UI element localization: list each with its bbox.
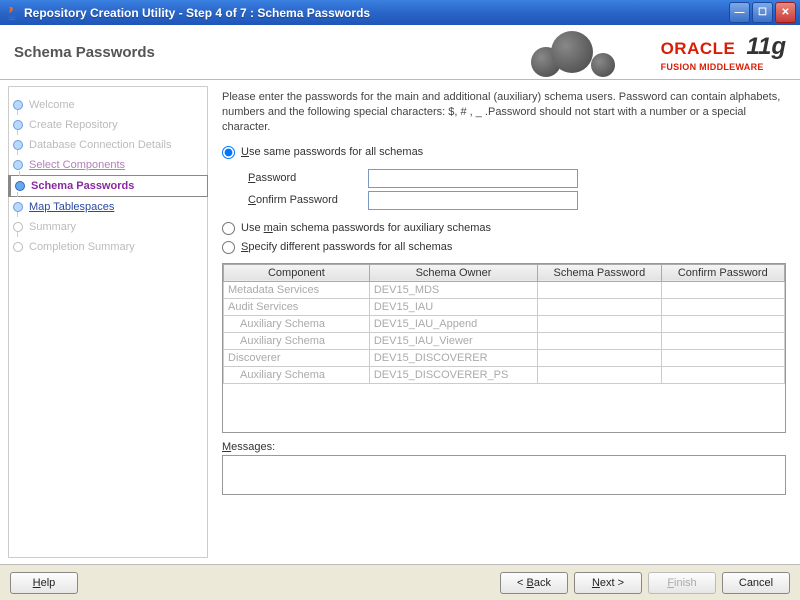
wizard-step-1: Create Repository: [9, 115, 207, 135]
radio-same-passwords-row: Use same passwords for all schemas: [222, 146, 786, 159]
table-row: Auxiliary SchemaDEV15_DISCOVERER_PS: [224, 366, 785, 383]
cell-password: [538, 281, 661, 298]
java-icon: [4, 5, 20, 21]
oracle-logo: ORACLE 11g FUSION MIDDLEWARE: [661, 33, 786, 73]
radio-main-passwords-row: Use main schema passwords for auxiliary …: [222, 222, 786, 235]
step-dot-icon: [13, 100, 23, 110]
radio-same-passwords[interactable]: [222, 146, 235, 159]
radio-main-passwords[interactable]: [222, 222, 235, 235]
cell-component: Auxiliary Schema: [224, 366, 370, 383]
radio-specify-passwords-label[interactable]: Specify different passwords for all sche…: [241, 241, 452, 253]
cell-password: [538, 349, 661, 366]
radio-specify-passwords-row: Specify different passwords for all sche…: [222, 241, 786, 254]
cell-owner: DEV15_IAU: [369, 298, 537, 315]
radio-same-passwords-label[interactable]: Use same passwords for all schemas: [241, 146, 423, 158]
cell-confirm: [661, 332, 784, 349]
radio-specify-passwords[interactable]: [222, 241, 235, 254]
password-label: Password: [248, 172, 368, 184]
wizard-content: Please enter the passwords for the main …: [216, 86, 792, 558]
wizard-steps-sidebar: Welcome Create Repository Database Connect…: [8, 86, 208, 558]
step-dot-icon: [13, 242, 23, 252]
step-label: Completion Summary: [29, 241, 135, 253]
cell-owner: DEV15_DISCOVERER: [369, 349, 537, 366]
cell-confirm: [661, 366, 784, 383]
next-button[interactable]: Next >: [574, 572, 642, 594]
cell-owner: DEV15_IAU_Viewer: [369, 332, 537, 349]
instructions-text: Please enter the passwords for the main …: [222, 90, 786, 135]
cell-component: Metadata Services: [224, 281, 370, 298]
step-label: Summary: [29, 221, 76, 233]
wizard-step-3[interactable]: Select Components: [9, 155, 207, 175]
step-label: Schema Passwords: [31, 180, 134, 192]
confirm-password-label: Confirm Password: [248, 194, 368, 206]
finish-button: Finish: [648, 572, 716, 594]
cell-password: [538, 315, 661, 332]
cell-component: Discoverer: [224, 349, 370, 366]
cell-confirm: [661, 349, 784, 366]
cancel-button[interactable]: Cancel: [722, 572, 790, 594]
column-header[interactable]: Component: [224, 264, 370, 281]
cell-confirm: [661, 298, 784, 315]
step-label: Welcome: [29, 99, 75, 111]
table-row: DiscovererDEV15_DISCOVERER: [224, 349, 785, 366]
step-dot-icon: [13, 120, 23, 130]
step-dot-icon: [13, 202, 23, 212]
page-title: Schema Passwords: [14, 44, 155, 61]
cell-password: [538, 332, 661, 349]
table-row: Auxiliary SchemaDEV15_IAU_Append: [224, 315, 785, 332]
password-input[interactable]: [368, 169, 578, 188]
cell-confirm: [661, 315, 784, 332]
cell-component: Auxiliary Schema: [224, 315, 370, 332]
back-button[interactable]: < Back: [500, 572, 568, 594]
wizard-step-5[interactable]: Map Tablespaces: [9, 197, 207, 217]
cell-password: [538, 366, 661, 383]
wizard-header: Schema Passwords ORACLE 11g FUSION MIDDL…: [0, 25, 800, 80]
cell-password: [538, 298, 661, 315]
cell-component: Audit Services: [224, 298, 370, 315]
step-dot-icon: [13, 140, 23, 150]
column-header[interactable]: Schema Owner: [369, 264, 537, 281]
radio-main-passwords-label[interactable]: Use main schema passwords for auxiliary …: [241, 222, 491, 234]
wizard-step-6: Summary: [9, 217, 207, 237]
cell-owner: DEV15_DISCOVERER_PS: [369, 366, 537, 383]
minimize-button[interactable]: —: [729, 2, 750, 23]
cell-owner: DEV15_MDS: [369, 281, 537, 298]
wizard-step-4: Schema Passwords: [8, 175, 208, 197]
messages-box: [222, 455, 786, 495]
column-header[interactable]: Schema Password: [538, 264, 661, 281]
window-title: Repository Creation Utility - Step 4 of …: [24, 6, 727, 20]
table-row: Audit ServicesDEV15_IAU: [224, 298, 785, 315]
confirm-password-input[interactable]: [368, 191, 578, 210]
step-label: Select Components: [29, 159, 125, 171]
column-header[interactable]: Confirm Password: [661, 264, 784, 281]
window-titlebar: Repository Creation Utility - Step 4 of …: [0, 0, 800, 25]
help-button[interactable]: Help: [10, 572, 78, 594]
wizard-footer: Help < Back Next > Finish Cancel: [0, 564, 800, 600]
gears-graphic: [481, 33, 641, 73]
cell-owner: DEV15_IAU_Append: [369, 315, 537, 332]
schema-table-container: ComponentSchema OwnerSchema PasswordConf…: [222, 263, 786, 433]
schema-table: ComponentSchema OwnerSchema PasswordConf…: [223, 264, 785, 384]
password-fields: Password Confirm Password: [248, 166, 786, 213]
messages-label: Messages:: [222, 441, 786, 453]
step-label: Create Repository: [29, 119, 118, 131]
step-dot-icon: [13, 222, 23, 232]
wizard-step-2: Database Connection Details: [9, 135, 207, 155]
wizard-step-0: Welcome: [9, 95, 207, 115]
step-dot-icon: [15, 181, 25, 191]
wizard-step-7: Completion Summary: [9, 237, 207, 257]
close-button[interactable]: ✕: [775, 2, 796, 23]
step-label: Map Tablespaces: [29, 201, 114, 213]
step-label: Database Connection Details: [29, 139, 171, 151]
cell-confirm: [661, 281, 784, 298]
branding: ORACLE 11g FUSION MIDDLEWARE: [481, 33, 786, 73]
maximize-button[interactable]: ☐: [752, 2, 773, 23]
table-row: Auxiliary SchemaDEV15_IAU_Viewer: [224, 332, 785, 349]
table-row: Metadata ServicesDEV15_MDS: [224, 281, 785, 298]
cell-component: Auxiliary Schema: [224, 332, 370, 349]
step-dot-icon: [13, 160, 23, 170]
